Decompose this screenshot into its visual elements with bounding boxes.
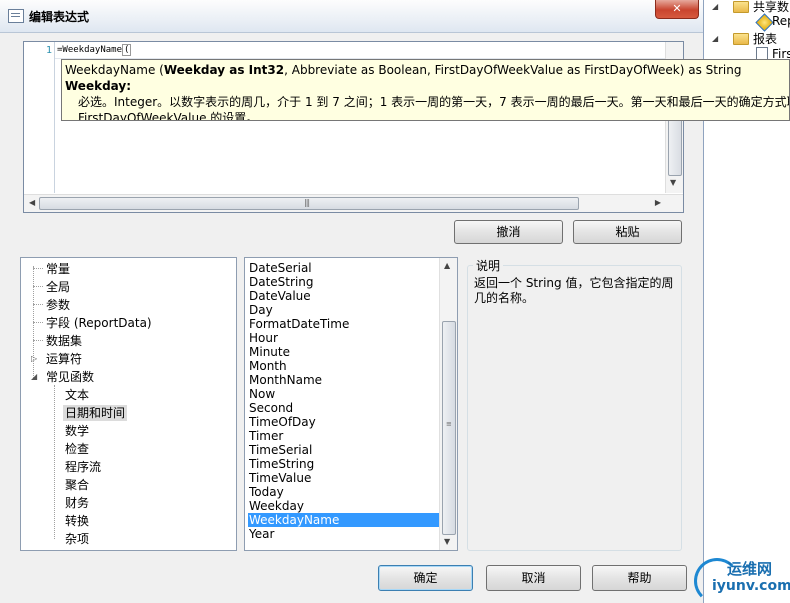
tree-item-report-dataset[interactable]: Rep bbox=[772, 14, 790, 28]
line-number-gutter: 1 bbox=[24, 42, 55, 193]
editor-horizontal-scrollbar[interactable]: ◀ ||| ▶ bbox=[24, 194, 683, 212]
category-parameters[interactable]: 参数 bbox=[46, 297, 70, 313]
subcategory-financial[interactable]: 财务 bbox=[65, 495, 89, 511]
scroll-down-arrow-icon[interactable]: ▼ bbox=[670, 178, 676, 187]
scroll-right-arrow-icon[interactable]: ▶ bbox=[655, 198, 661, 207]
function-item[interactable]: MonthName bbox=[248, 373, 441, 387]
close-button[interactable]: ✕ bbox=[655, 0, 699, 19]
shared-dataset-icon bbox=[755, 13, 774, 32]
tree-guide-line bbox=[33, 340, 43, 341]
signature-current-param: Weekday as Int32 bbox=[163, 63, 285, 77]
subcategory-date-time[interactable]: 日期和时间 bbox=[63, 405, 128, 421]
category-fields[interactable]: 字段 (ReportData) bbox=[46, 315, 152, 331]
collapse-arrow-icon[interactable]: ◢ bbox=[712, 2, 718, 11]
title-bar[interactable]: 编辑表达式 ✕ bbox=[0, 0, 703, 33]
function-signature: WeekdayName (Weekday as Int32, Abbreviat… bbox=[65, 62, 789, 78]
param-description-line: 必选。Integer。以数字表示的周几，介于 1 到 7 之间；1 表示一周的第… bbox=[78, 95, 790, 109]
watermark-url: iyunv.com bbox=[712, 578, 790, 594]
tree-guide-line bbox=[33, 268, 43, 269]
signature-rest: , Abbreviate as Boolean, FirstDayOfWeekV… bbox=[284, 63, 742, 77]
tree-guide-line bbox=[54, 385, 55, 539]
function-item[interactable]: Weekday bbox=[248, 499, 441, 513]
category-datasets[interactable]: 数据集 bbox=[46, 333, 82, 349]
subcategory-conversion[interactable]: 转换 bbox=[65, 513, 89, 529]
function-item[interactable]: Year bbox=[248, 527, 441, 541]
folder-icon bbox=[733, 33, 749, 45]
close-icon: ✕ bbox=[672, 2, 682, 15]
help-button[interactable]: 帮助 bbox=[592, 565, 687, 591]
function-item[interactable]: Now bbox=[248, 387, 441, 401]
expression-text: =WeekdayName bbox=[57, 45, 123, 55]
function-item[interactable]: FormatDateTime bbox=[248, 317, 441, 331]
dialog-title: 编辑表达式 bbox=[29, 10, 90, 24]
scroll-thumb[interactable]: ||| bbox=[39, 197, 579, 210]
collapse-arrow-icon[interactable]: ◢ bbox=[712, 34, 718, 43]
function-item[interactable]: TimeString bbox=[248, 457, 441, 471]
undo-button[interactable]: 撤消 bbox=[454, 220, 563, 244]
scroll-grip-icon: ||| bbox=[304, 198, 310, 207]
tree-guide-line bbox=[33, 322, 43, 323]
tree-guide-line bbox=[33, 286, 43, 287]
description-legend: 说明 bbox=[473, 257, 504, 274]
function-item[interactable]: Second bbox=[248, 401, 441, 415]
subcategory-aggregate[interactable]: 聚合 bbox=[65, 477, 89, 493]
subcategory-inspection[interactable]: 检查 bbox=[65, 441, 89, 457]
ok-button[interactable]: 确定 bbox=[378, 565, 473, 591]
param-description-line: FirstDayOfWeekValue 的设置。 bbox=[78, 111, 259, 121]
category-common-functions[interactable]: 常见函数 bbox=[46, 369, 94, 385]
scroll-left-arrow-icon[interactable]: ◀ bbox=[29, 198, 35, 207]
parameter-info-tooltip: WeekdayName (Weekday as Int32, Abbreviat… bbox=[61, 59, 790, 121]
scroll-grip-icon: ≡ bbox=[446, 420, 452, 428]
folder-icon bbox=[733, 1, 749, 13]
function-item[interactable]: TimeValue bbox=[248, 471, 441, 485]
function-item[interactable]: Timer bbox=[248, 429, 441, 443]
signature-function-name: WeekdayName ( bbox=[65, 63, 164, 77]
description-group bbox=[467, 265, 682, 551]
function-item[interactable]: Day bbox=[248, 303, 441, 317]
cancel-button[interactable]: 取消 bbox=[486, 565, 581, 591]
expression-code-line[interactable]: =WeekdayName( bbox=[57, 44, 132, 56]
function-item[interactable]: TimeSerial bbox=[248, 443, 441, 457]
scroll-down-arrow-icon[interactable]: ▼ bbox=[444, 537, 450, 546]
tree-item-shared-datasets[interactable]: 共享数 bbox=[753, 0, 789, 15]
function-list[interactable]: DateSerial DateString DateValue Day FormatDa… bbox=[244, 257, 458, 551]
subcategory-math[interactable]: 数学 bbox=[65, 423, 89, 439]
function-item[interactable]: Month bbox=[248, 359, 441, 373]
subcategory-text[interactable]: 文本 bbox=[65, 387, 89, 403]
category-constants[interactable]: 常量 bbox=[46, 261, 70, 277]
dialog-icon bbox=[8, 9, 24, 23]
scroll-up-arrow-icon[interactable]: ▲ bbox=[444, 261, 450, 270]
function-item[interactable]: Hour bbox=[248, 331, 441, 345]
scroll-thumb[interactable] bbox=[442, 321, 456, 535]
expand-arrow-icon[interactable]: ▷ bbox=[31, 354, 37, 363]
function-item[interactable]: WeekdayName bbox=[248, 513, 441, 527]
function-item[interactable]: Today bbox=[248, 485, 441, 499]
description-text: 返回一个 String 值，它包含指定的周几的名称。 bbox=[474, 276, 674, 305]
category-operators[interactable]: 运算符 bbox=[46, 351, 82, 367]
collapse-arrow-icon[interactable]: ◢ bbox=[31, 372, 37, 381]
watermark-text: 运维网 bbox=[727, 560, 773, 578]
function-item[interactable]: DateString bbox=[248, 275, 441, 289]
subcategory-misc[interactable]: 杂项 bbox=[65, 531, 89, 547]
tree-item-reports[interactable]: 报表 bbox=[753, 30, 777, 47]
function-list-scrollbar[interactable]: ▲ ≡ ▼ bbox=[439, 258, 457, 550]
function-item[interactable]: Minute bbox=[248, 345, 441, 359]
category-tree[interactable]: 常量 全局 参数 字段 (ReportData) 数据集 ▷ 运算符 ◢ 常见函… bbox=[20, 257, 237, 551]
paste-button[interactable]: 粘贴 bbox=[573, 220, 682, 244]
function-item[interactable]: DateValue bbox=[248, 289, 441, 303]
param-name: Weekday: bbox=[65, 79, 132, 93]
brace-highlight: ( bbox=[122, 44, 132, 56]
function-item[interactable]: TimeOfDay bbox=[248, 415, 441, 429]
category-globals[interactable]: 全局 bbox=[46, 279, 70, 295]
function-item[interactable]: DateSerial bbox=[248, 261, 441, 275]
tree-guide-line bbox=[33, 304, 43, 305]
line-number: 1 bbox=[46, 45, 53, 56]
subcategory-program-flow[interactable]: 程序流 bbox=[65, 459, 101, 475]
